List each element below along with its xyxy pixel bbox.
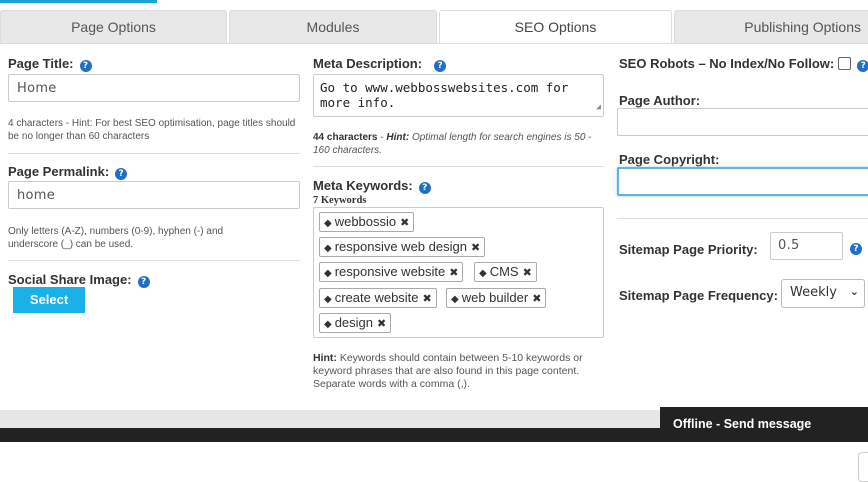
- separator: -: [380, 132, 384, 143]
- tab-bar: Page Options Modules SEO Options Publish…: [0, 10, 868, 44]
- close-icon[interactable]: ✖: [471, 242, 480, 254]
- permalink-hint: Only letters (A-Z), numbers (0-9), hyphe…: [8, 226, 224, 250]
- meta-keywords-label: Meta Keywords:?: [313, 178, 431, 194]
- divider: [313, 166, 604, 167]
- tab-seo-options[interactable]: SEO Options: [439, 10, 672, 44]
- frequency-value: Weekly: [790, 285, 837, 300]
- help-circle-icon[interactable]: ?: [434, 60, 447, 72]
- keywords-hint: Hint: Keywords should contain between 5-…: [313, 352, 605, 391]
- tab-modules[interactable]: Modules: [229, 10, 437, 43]
- seo-robots-label: SEO Robots – No Index/No Follow:?: [619, 56, 868, 72]
- top-accent-bar: [0, 0, 157, 3]
- help-circle-icon[interactable]: ?: [115, 168, 128, 180]
- tag-icon: ◆: [479, 268, 487, 279]
- close-icon[interactable]: ✖: [523, 267, 532, 279]
- tab-divider: [0, 43, 868, 44]
- close-icon[interactable]: ✖: [449, 267, 458, 279]
- hint-label: Hint:: [386, 132, 410, 143]
- meta-description-textarea[interactable]: Go to www.webbosswebsites.com for more i…: [313, 74, 604, 117]
- keyword-tag: ◆ web builder ✖: [446, 288, 547, 308]
- select-image-button[interactable]: Select: [13, 287, 85, 313]
- tab-page-options[interactable]: Page Options: [0, 10, 227, 43]
- social-share-label: Social Share Image:?: [8, 272, 150, 288]
- page-author-label: Page Author:: [619, 93, 701, 108]
- help-circle-icon[interactable]: ?: [850, 243, 862, 255]
- tag-icon: ◆: [324, 243, 332, 254]
- keyword-tag: ◆ design ✖: [319, 313, 392, 333]
- page-title-label: Page Title:?: [8, 56, 92, 72]
- permalink-label: Page Permalink:?: [8, 164, 128, 180]
- robots-checkbox[interactable]: [838, 57, 852, 70]
- meta-description-label: Meta Description:?: [313, 56, 447, 72]
- keyword-tag: ◆ responsive web design ✖: [319, 237, 486, 257]
- divider: [8, 260, 300, 261]
- tag-icon: ◆: [324, 268, 332, 279]
- close-icon[interactable]: ✖: [377, 318, 386, 330]
- tag-icon: ◆: [451, 294, 459, 305]
- page-title-hint: 4 characters - Hint: For best SEO optimi…: [8, 118, 296, 142]
- sitemap-priority-input[interactable]: 0.5: [770, 232, 843, 260]
- close-icon[interactable]: ✖: [532, 293, 541, 305]
- tag-icon: ◆: [324, 294, 332, 305]
- tag-icon: ◆: [324, 319, 332, 330]
- divider: [617, 218, 868, 219]
- meta-description-text: Go to www.webbosswebsites.com for more i…: [320, 80, 569, 110]
- divider: [8, 153, 300, 154]
- tag-icon: ◆: [324, 218, 332, 229]
- keyword-tag: ◆ create website ✖: [319, 288, 437, 308]
- close-icon[interactable]: ✖: [400, 217, 409, 229]
- sitemap-priority-label: Sitemap Page Priority:: [619, 242, 758, 257]
- sitemap-frequency-select[interactable]: Weekly ⌄: [781, 279, 865, 308]
- tab-publishing-options[interactable]: Publishing Options: [674, 10, 868, 43]
- sitemap-frequency-label: Sitemap Page Frequency:: [619, 288, 778, 303]
- keywords-count: 7 Keywords: [313, 195, 367, 206]
- keyword-tag: ◆ responsive website ✖: [319, 262, 464, 282]
- page-copyright-label: Page Copyright:: [619, 152, 720, 167]
- meta-description-count: 44 characters: [313, 132, 378, 143]
- offline-chat-button[interactable]: Offline - Send message: [660, 407, 868, 442]
- corner-widget[interactable]: [858, 452, 868, 482]
- permalink-input[interactable]: home: [8, 181, 300, 209]
- resize-handle-icon[interactable]: ◢: [596, 99, 601, 114]
- hint-label: Hint:: [313, 352, 337, 364]
- keywords-tag-input[interactable]: ◆ webbossio ✖ ◆ responsive web design ✖ ◆ res…: [313, 207, 604, 338]
- help-circle-icon[interactable]: ?: [418, 182, 431, 194]
- keywords-hint-text: Keywords should contain between 5-10 key…: [313, 352, 583, 390]
- page-copyright-input[interactable]: [617, 167, 868, 196]
- help-circle-icon[interactable]: ?: [79, 60, 92, 72]
- keyword-tag: ◆ CMS ✖: [474, 262, 537, 282]
- close-icon[interactable]: ✖: [423, 293, 432, 305]
- meta-description-hint: 44 characters - Hint: Optimal length for…: [313, 131, 593, 157]
- help-circle-icon[interactable]: ?: [857, 60, 868, 72]
- keyword-tag: ◆ webbossio ✖: [319, 212, 415, 232]
- help-circle-icon[interactable]: ?: [137, 276, 150, 288]
- chevron-down-icon: ⌄: [849, 285, 859, 298]
- page-title-input[interactable]: Home: [8, 74, 300, 102]
- page-author-input[interactable]: [617, 108, 868, 136]
